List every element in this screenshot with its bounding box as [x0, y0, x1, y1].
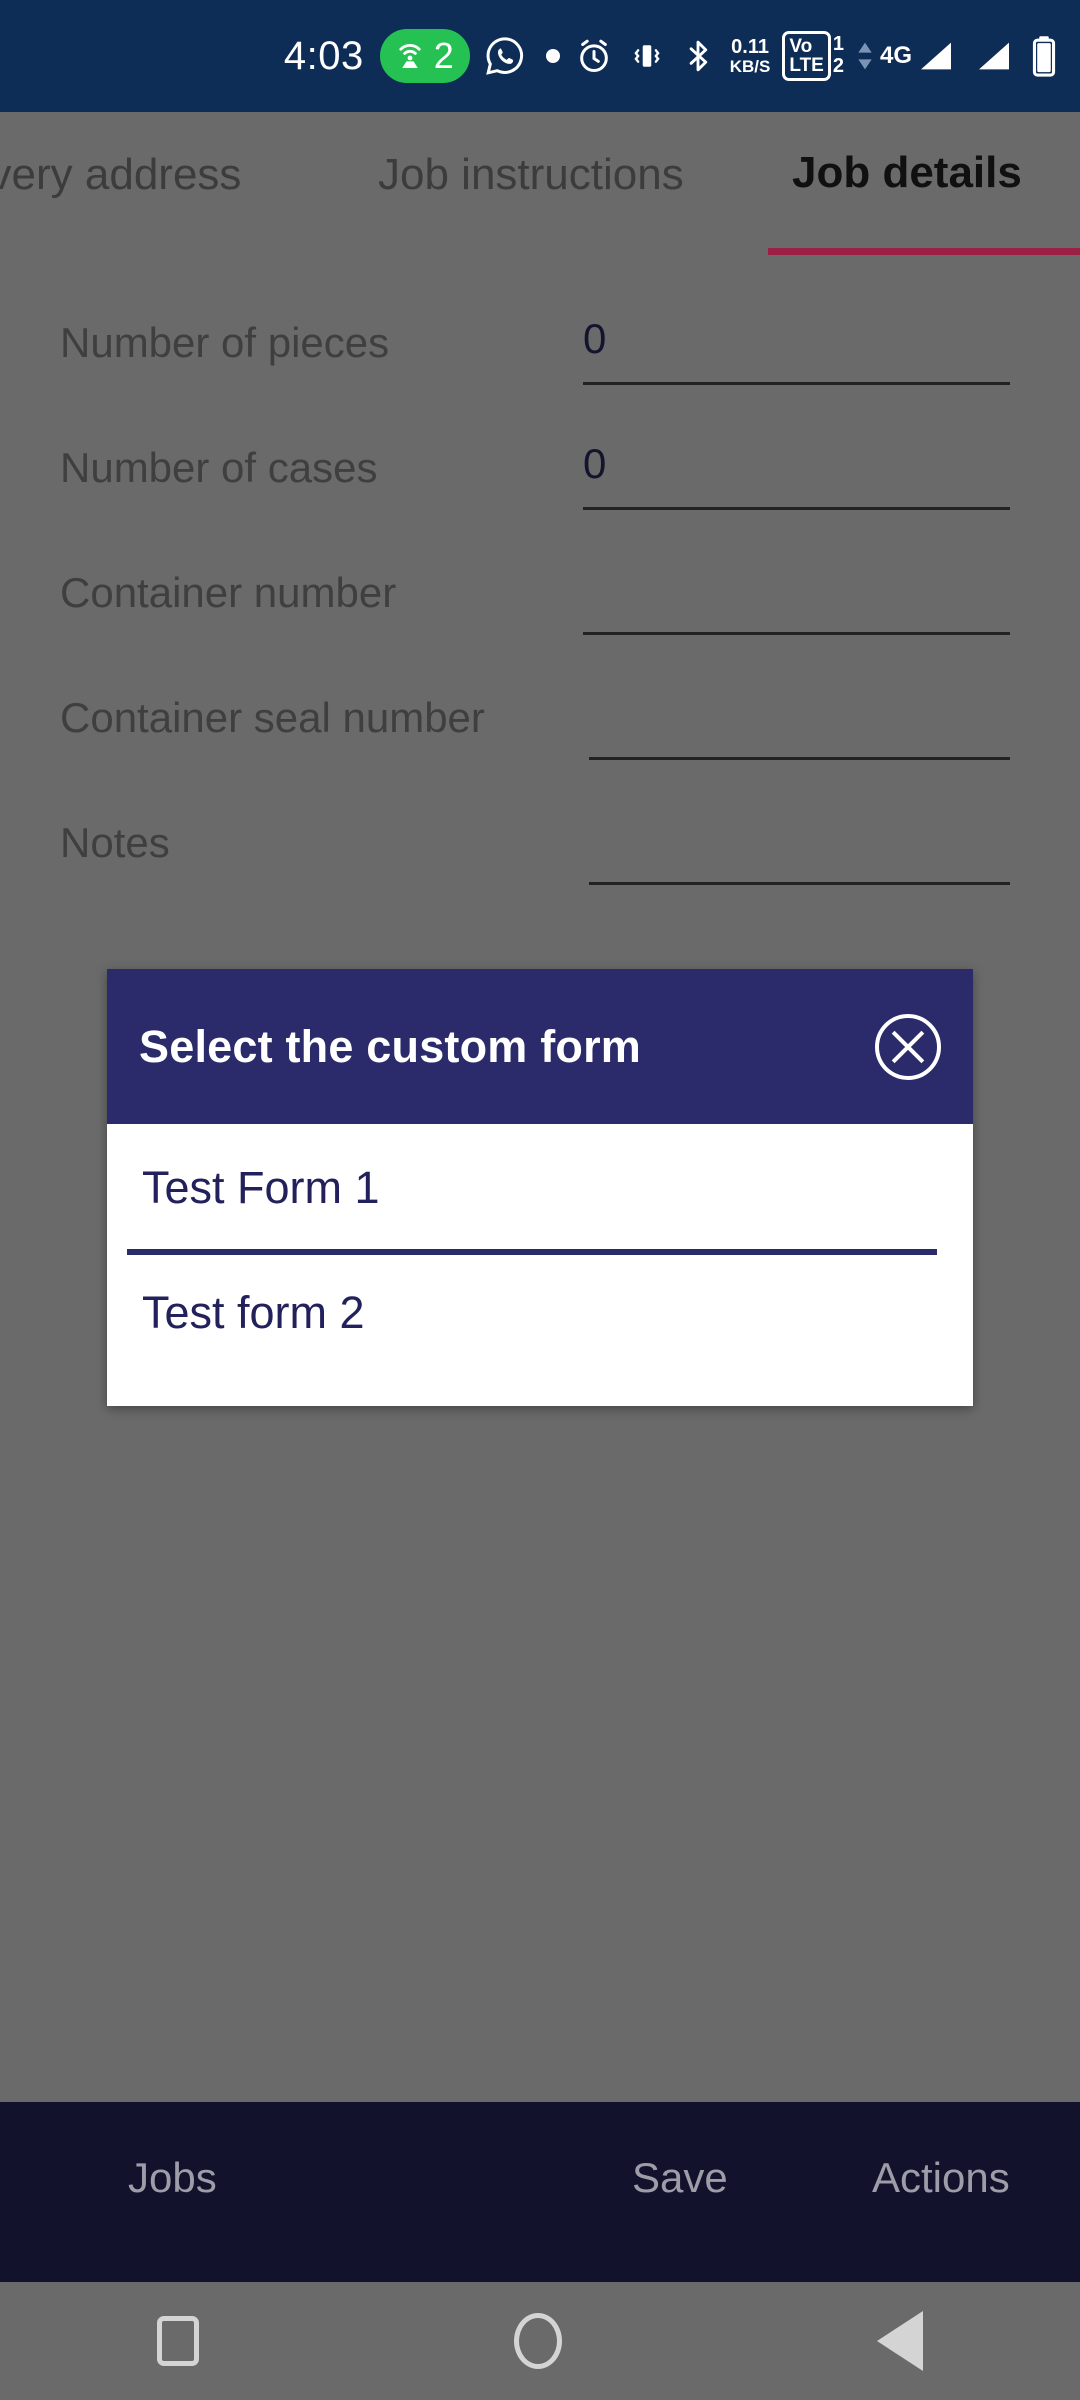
alarm-clock-icon: [574, 36, 614, 76]
volte-line2: LTE: [789, 55, 824, 76]
tab-job-instructions[interactable]: Job instructions: [378, 150, 684, 200]
active-tab-indicator: [768, 248, 1080, 255]
job-details-form: Number of pieces 0 Number of cases 0 Con…: [0, 307, 1080, 932]
network-type-label: 4G: [879, 42, 912, 69]
triangle-back-icon[interactable]: [876, 2311, 923, 2371]
list-item-test-form-1[interactable]: Test Form 1: [107, 1162, 380, 1214]
input-notes[interactable]: [589, 815, 1010, 885]
signal-bars-sim1-icon: [914, 36, 958, 76]
input-container-seal-number[interactable]: [589, 690, 1010, 760]
square-recents-icon[interactable]: [157, 2316, 200, 2366]
label-number-of-pieces: Number of pieces: [60, 319, 390, 366]
list-item-test-form-2[interactable]: Test form 2: [107, 1287, 365, 1339]
bottom-action-bar: Jobs Save Actions: [0, 2102, 1080, 2282]
volte-badge: Vo LTE: [782, 31, 831, 81]
input-number-of-pieces[interactable]: 0: [583, 315, 1010, 385]
volte-sim-numbers: 1 2: [833, 34, 844, 77]
data-rate-value: 0.11: [731, 35, 769, 58]
circle-home-icon[interactable]: [513, 2313, 562, 2369]
data-rate-indicator: 0.11 KB/S: [729, 35, 771, 76]
signal-bars-sim2-icon: [972, 36, 1016, 76]
volte-indicator: Vo LTE 1 2: [782, 31, 844, 81]
input-number-of-cases[interactable]: 0: [583, 440, 1010, 510]
label-notes: Notes: [60, 819, 170, 866]
form-row-notes: Notes: [0, 807, 1080, 932]
label-container-seal-number: Container seal number: [60, 694, 485, 741]
hotspot-count: 2: [433, 35, 454, 76]
bluetooth-icon: [680, 36, 716, 76]
save-button[interactable]: Save: [632, 2154, 728, 2202]
label-number-of-cases: Number of cases: [60, 444, 378, 491]
android-navigation-bar: [0, 2282, 1080, 2400]
value-number-of-cases: 0: [583, 440, 607, 487]
whatsapp-icon: [484, 35, 526, 77]
value-number-of-pieces: 0: [583, 315, 607, 362]
data-transfer-arrows-icon: [854, 36, 876, 76]
status-bar: 4:03 2 0.11 KB/S Vo LTE 1 2 4G: [0, 0, 1080, 112]
notification-dot-icon: [545, 49, 560, 63]
label-container-number: Container number: [60, 569, 397, 616]
tab-job-details[interactable]: Job details: [792, 148, 1022, 198]
list-divider: [127, 1249, 937, 1255]
form-row-container-seal-number: Container seal number: [0, 682, 1080, 807]
jobs-button[interactable]: Jobs: [128, 2154, 217, 2202]
status-bar-clock: 4:03: [283, 33, 364, 78]
form-row-number-of-pieces: Number of pieces 0: [0, 307, 1080, 432]
vibrate-icon: [628, 37, 666, 75]
battery-icon: [1030, 34, 1058, 78]
wifi-hotspot-glyph: [399, 44, 421, 69]
input-container-number[interactable]: [583, 565, 1010, 635]
select-custom-form-dialog: Select the custom form Test Form 1 Test …: [107, 969, 973, 1406]
dialog-title: Select the custom form: [139, 1020, 642, 1072]
form-row-container-number: Container number: [0, 557, 1080, 682]
dialog-body: Test Form 1 Test form 2: [107, 1124, 973, 1406]
volte-sim2: 2: [832, 55, 844, 77]
volte-sim1: 1: [832, 33, 844, 56]
actions-button[interactable]: Actions: [872, 2154, 1010, 2202]
tab-delivery-address[interactable]: livery address: [0, 150, 241, 200]
form-row-number-of-cases: Number of cases 0: [0, 432, 1080, 557]
data-rate-unit: KB/S: [729, 56, 771, 76]
tab-bar: livery address Job instructions Job deta…: [0, 112, 1080, 255]
volte-line1: Vo: [789, 36, 813, 57]
close-circle-icon[interactable]: [875, 1013, 941, 1080]
dialog-header: Select the custom form: [107, 969, 973, 1124]
wifi-hotspot-icon: 2: [379, 29, 470, 83]
